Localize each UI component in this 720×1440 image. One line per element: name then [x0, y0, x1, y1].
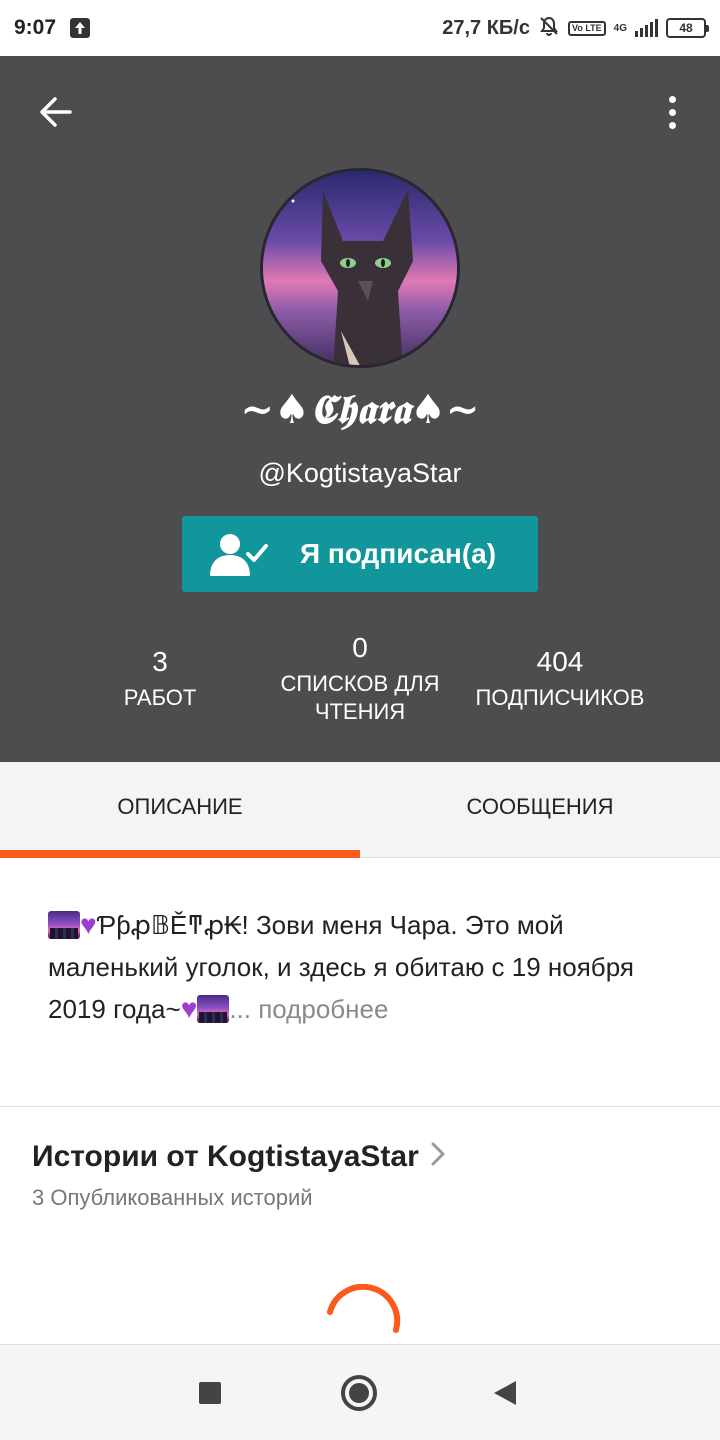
avatar[interactable]	[260, 168, 460, 368]
stat-works[interactable]: 3 РАБОТ	[100, 646, 220, 712]
more-dot	[668, 108, 676, 116]
user-check-icon	[208, 529, 272, 579]
cat-avatar-image	[263, 171, 457, 365]
display-name: ~♠𝕮𝖍𝖆𝖗𝖆♠~	[240, 386, 480, 433]
system-navigation-bar	[0, 1344, 720, 1440]
tab-messages[interactable]: СООБЩЕНИЯ	[360, 762, 720, 857]
purple-heart-icon: ♥	[180, 993, 198, 1024]
stat-reading-lists-value: 0	[352, 632, 368, 663]
city-night-emoji-icon	[48, 911, 80, 939]
section-divider	[0, 1106, 720, 1107]
battery-icon: 48	[666, 18, 709, 38]
more-options-button[interactable]	[650, 86, 694, 138]
status-bar: 9:07 27,7 КБ/с Vo LTE 4G 48	[0, 0, 720, 56]
more-dot	[668, 95, 676, 103]
profile-header: ~♠𝕮𝖍𝖆𝖗𝖆♠~ @KogtistayaStar Я подписан(а) …	[0, 56, 720, 762]
network-speed: 27,7 КБ/с	[442, 16, 530, 39]
username: @KogtistayaStar	[258, 458, 462, 488]
back-button[interactable]	[30, 86, 82, 138]
stories-title: Истории от KogtistayaStar	[32, 1140, 419, 1173]
stat-reading-lists[interactable]: 0 СПИСКОВ ДЛЯ ЧТЕНИЯ	[268, 632, 452, 726]
stat-followers-value: 404	[536, 646, 584, 677]
stat-followers[interactable]: 404 ПОДПИСЧИКОВ	[458, 646, 662, 712]
status-time: 9:07	[14, 16, 57, 39]
home-icon-dot	[349, 1383, 369, 1403]
arrow-left-icon	[40, 97, 72, 127]
chevron-right-icon	[431, 1140, 445, 1174]
profile-description: ♥Ƥƥꝓ𝔹Ěͳꝓ₭! Зови меня Чара. Это мой мален…	[48, 904, 672, 1030]
network-type: 4G	[613, 22, 627, 34]
mute-bell-icon	[538, 15, 560, 42]
purple-heart-icon: ♥	[80, 909, 97, 940]
signal-icon	[635, 19, 658, 37]
tab-description[interactable]: ОПИСАНИЕ	[0, 762, 360, 858]
upload-icon	[70, 18, 91, 38]
description-ellipsis: ...	[229, 994, 251, 1024]
back-triangle-icon[interactable]	[494, 1381, 516, 1405]
more-dot	[668, 121, 676, 129]
tab-messages-label: СООБЩЕНИЯ	[466, 793, 614, 819]
stat-reading-lists-label: СПИСКОВ ДЛЯ ЧТЕНИЯ	[268, 670, 452, 726]
recent-apps-icon[interactable]	[199, 1382, 221, 1404]
home-icon[interactable]	[341, 1375, 377, 1411]
volte-badge: Vo LTE	[567, 20, 606, 36]
stat-reading-lists-label-line2: ЧТЕНИЯ	[314, 699, 406, 724]
description-greeting: Ƥƥꝓ𝔹Ěͳꝓ₭!	[96, 910, 249, 940]
stat-works-value: 3	[152, 646, 168, 677]
stat-works-label: РАБОТ	[123, 685, 197, 710]
city-night-emoji-icon	[197, 995, 230, 1023]
stat-reading-lists-label-line1: СПИСКОВ ДЛЯ	[280, 671, 440, 696]
profile-tabs: ОПИСАНИЕ СООБЩЕНИЯ	[0, 762, 720, 858]
stat-followers-label: ПОДПИСЧИКОВ	[475, 685, 645, 710]
following-button-label: Я подписан(а)	[300, 538, 497, 569]
tab-description-label: ОПИСАНИЕ	[117, 793, 243, 819]
stories-count: 3 Опубликованных историй	[32, 1185, 313, 1210]
following-button[interactable]: Я подписан(а)	[182, 516, 538, 592]
stories-header[interactable]: Истории от KogtistayaStar	[32, 1140, 445, 1174]
read-more-link[interactable]: подробнее	[258, 994, 388, 1024]
